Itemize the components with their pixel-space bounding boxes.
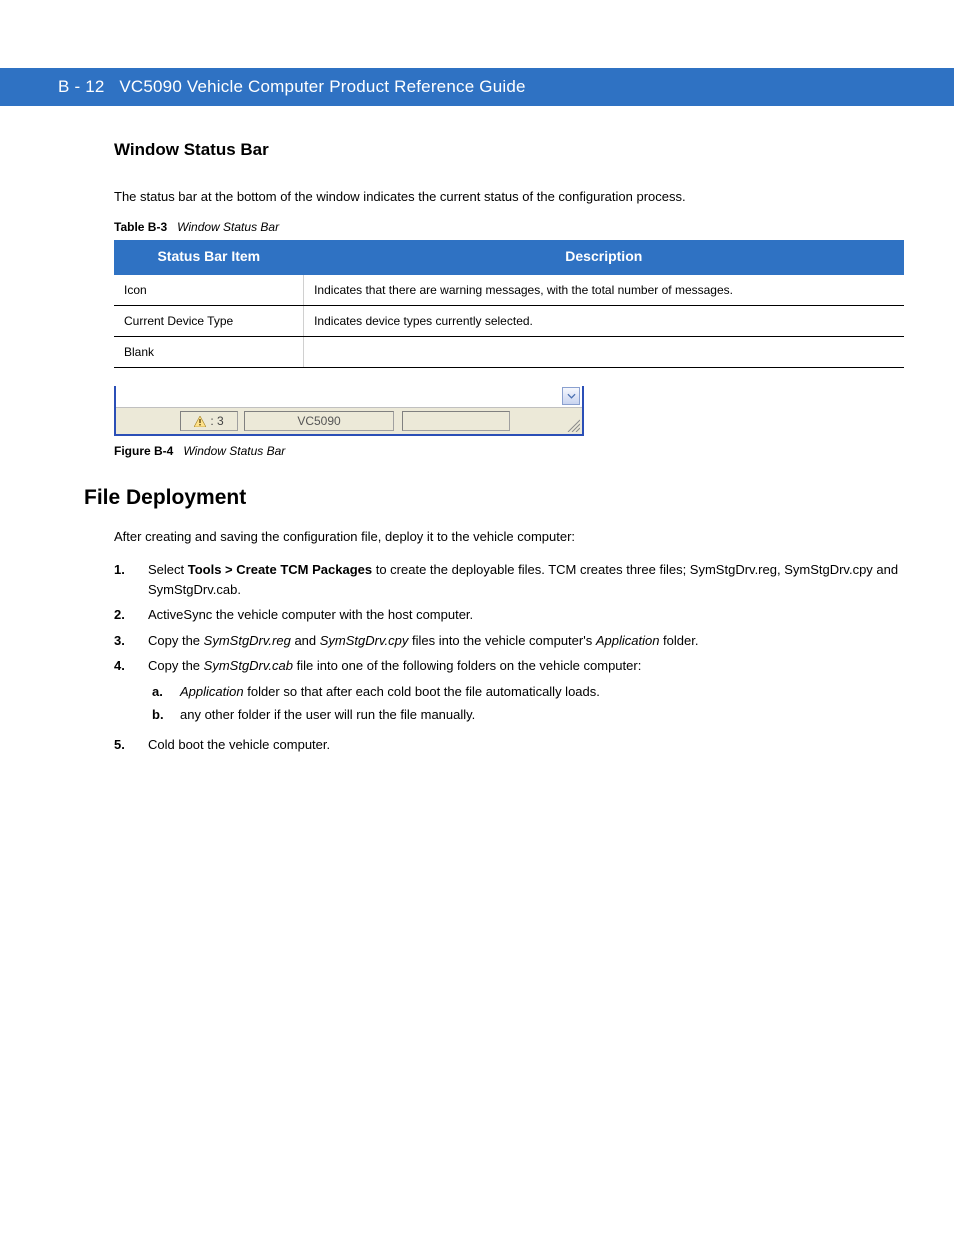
list-item: 4. Copy the SymStgDrv.cab file into one … (114, 656, 904, 729)
step-number: 3. (114, 631, 148, 651)
cell-desc: Indicates device types currently selecte… (304, 306, 904, 337)
step-number: 1. (114, 560, 148, 599)
cell-item: Icon (114, 274, 304, 306)
status-bar-table: Status Bar Item Description Icon Indicat… (114, 240, 904, 368)
statusbar-upper (116, 386, 582, 408)
table-caption: Window Status Bar (177, 220, 279, 234)
heading-file-deployment: File Deployment (84, 486, 904, 510)
cell-item: Blank (114, 337, 304, 368)
table-row: Icon Indicates that there are warning me… (114, 274, 904, 306)
list-item: 5. Cold boot the vehicle computer. (114, 735, 904, 755)
table-header-item: Status Bar Item (114, 240, 304, 274)
scroll-down-button[interactable] (562, 387, 580, 405)
doc-title: VC5090 Vehicle Computer Product Referenc… (119, 77, 525, 96)
chevron-down-icon (567, 393, 576, 399)
section-title: Window Status Bar (114, 140, 904, 160)
page-header-bar: B - 12 VC5090 Vehicle Computer Product R… (0, 68, 954, 106)
section-intro: The status bar at the bottom of the wind… (114, 188, 904, 206)
table-row: Current Device Type Indicates device typ… (114, 306, 904, 337)
list-item: 1. Select Tools > Create TCM Packages to… (114, 560, 904, 599)
page-header-text: B - 12 VC5090 Vehicle Computer Product R… (58, 77, 526, 97)
step-number: 4. (114, 656, 148, 729)
status-panel-device-type[interactable]: VC5090 (244, 411, 394, 431)
cell-item: Current Device Type (114, 306, 304, 337)
sub-item: b. any other folder if the user will run… (152, 705, 904, 725)
step-number: 5. (114, 735, 148, 755)
deploy-intro: After creating and saving the configurat… (114, 528, 904, 546)
step-number: 2. (114, 605, 148, 625)
table-number: Table B-3 (114, 220, 167, 234)
deploy-steps: 1. Select Tools > Create TCM Packages to… (114, 560, 904, 754)
figure-number: Figure B-4 (114, 444, 173, 458)
step-body: ActiveSync the vehicle computer with the… (148, 605, 904, 625)
status-panel-blank (402, 411, 510, 431)
table-row: Blank (114, 337, 904, 368)
page-ref: B - 12 (58, 77, 105, 96)
list-item: 3. Copy the SymStgDrv.reg and SymStgDrv.… (114, 631, 904, 651)
step-body: Copy the SymStgDrv.cab file into one of … (148, 656, 904, 729)
step-body: Cold boot the vehicle computer. (148, 735, 904, 755)
cell-desc (304, 337, 904, 368)
step-body: Select Tools > Create TCM Packages to cr… (148, 560, 904, 599)
statusbar-mock: : 3 VC5090 (114, 386, 584, 436)
sub-item: a. Application folder so that after each… (152, 682, 904, 702)
table-label: Table B-3 Window Status Bar (114, 220, 904, 234)
figure-statusbar: : 3 VC5090 (114, 386, 904, 436)
status-panel-warnings[interactable]: : 3 (180, 411, 238, 431)
cell-desc: Indicates that there are warning message… (304, 274, 904, 306)
device-type-value: VC5090 (297, 414, 340, 428)
statusbar-row: : 3 VC5090 (116, 408, 582, 434)
list-item: 2. ActiveSync the vehicle computer with … (114, 605, 904, 625)
sub-list: a. Application folder so that after each… (152, 682, 904, 725)
figure-caption-text: Window Status Bar (183, 444, 285, 458)
warning-icon (194, 416, 206, 427)
warning-count: : 3 (210, 414, 223, 428)
figure-caption: Figure B-4 Window Status Bar (114, 444, 904, 458)
step-body: Copy the SymStgDrv.reg and SymStgDrv.cpy… (148, 631, 904, 651)
page-content: Window Status Bar The status bar at the … (114, 140, 904, 772)
resize-grip-icon[interactable] (564, 416, 580, 432)
table-header-desc: Description (304, 240, 904, 274)
